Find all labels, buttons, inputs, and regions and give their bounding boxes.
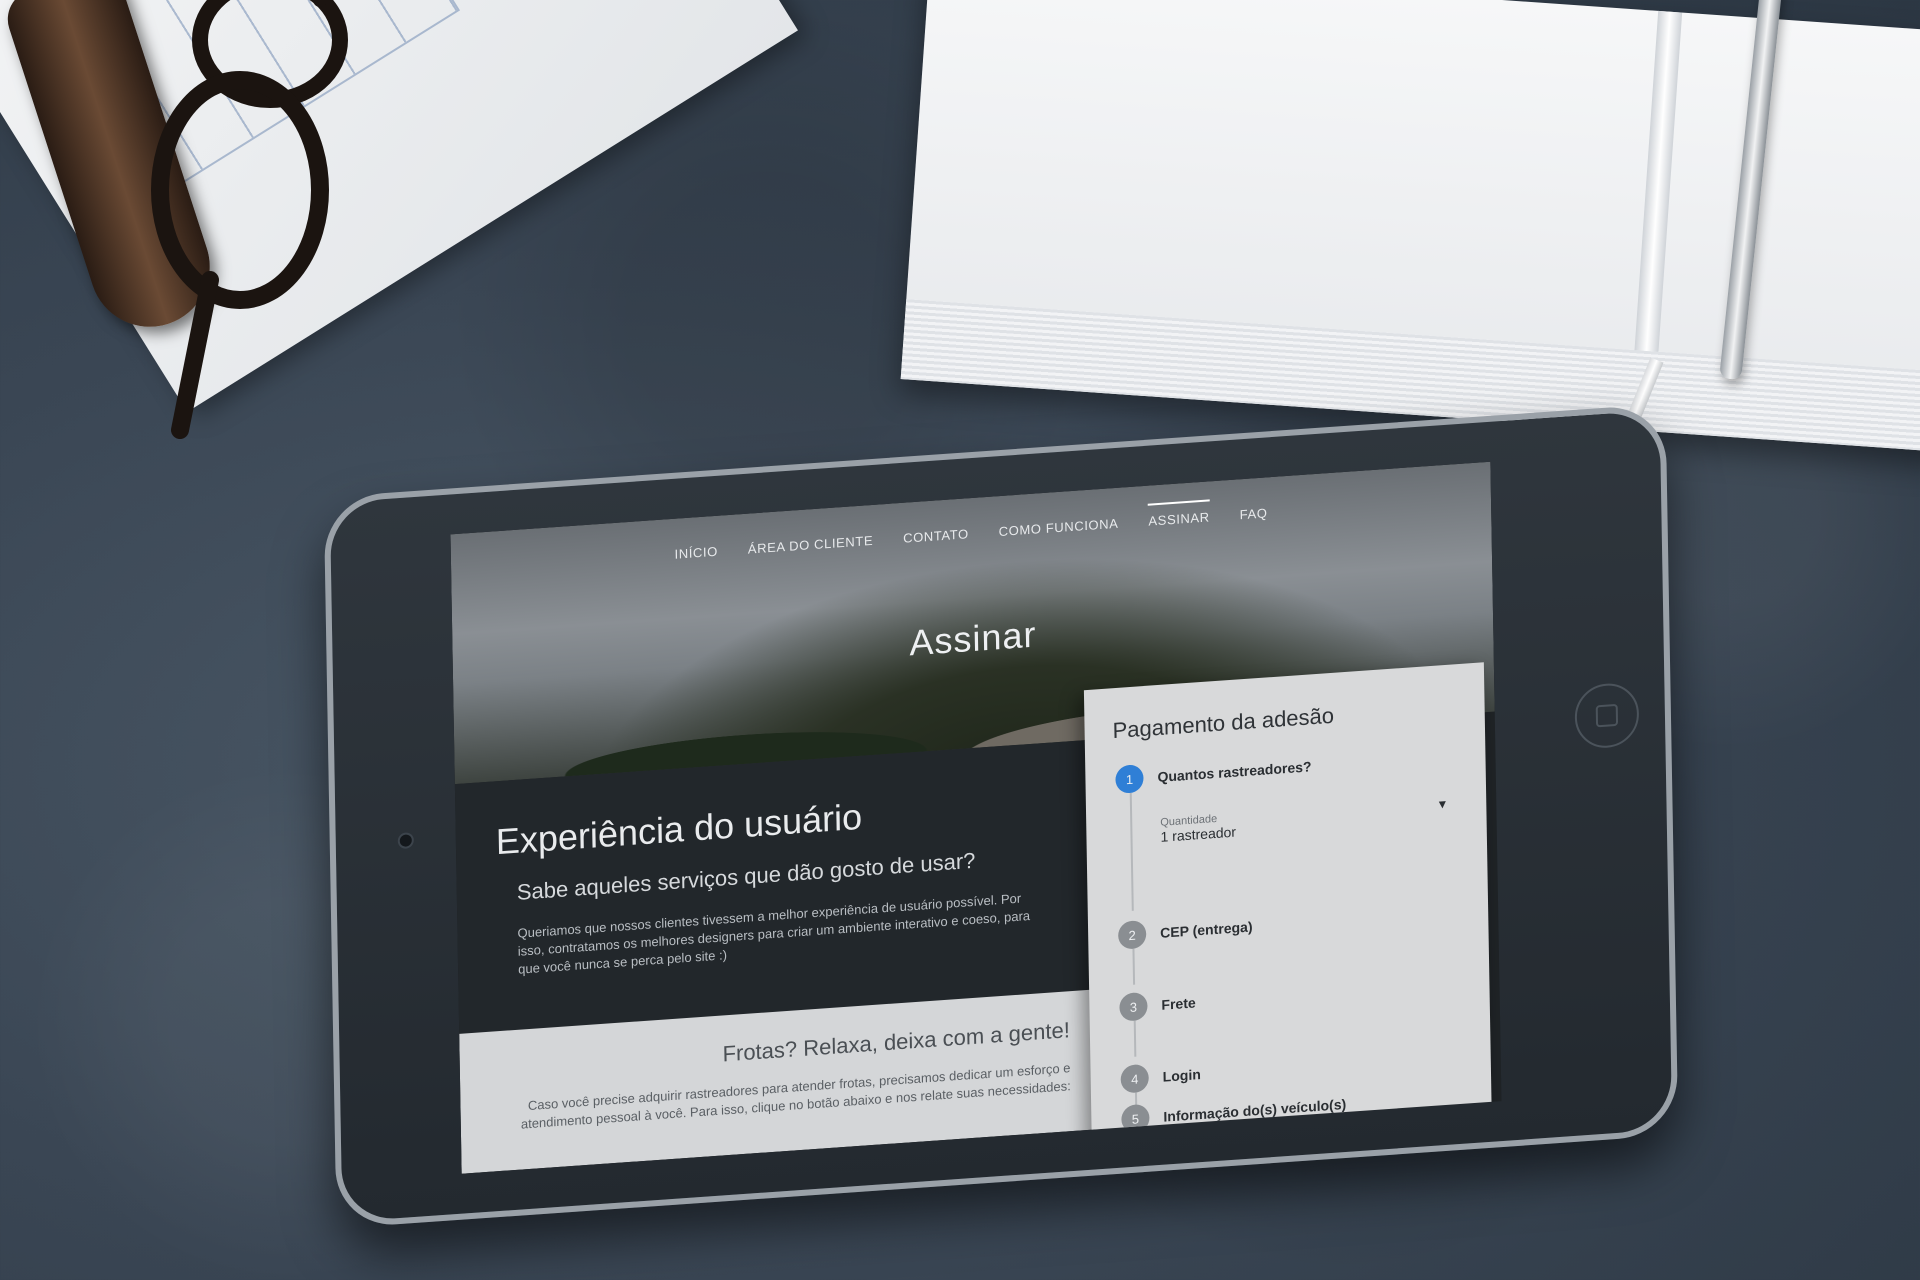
nav-area-do-cliente[interactable]: ÁREA DO CLIENTE: [748, 523, 874, 565]
step-label: Login: [1162, 1066, 1201, 1085]
step-number-badge: 5: [1121, 1103, 1150, 1134]
step-label: Informação do(s) veículo(s): [1163, 1095, 1347, 1125]
step-label: Frete: [1161, 994, 1196, 1013]
tablet-camera: [397, 832, 414, 850]
ux-heading: Experiência do usuário: [495, 795, 863, 863]
nav-assinar[interactable]: ASSINAR: [1148, 499, 1210, 537]
dropdown-arrow-icon: ▼: [1436, 796, 1449, 812]
top-navigation: INÍCIO ÁREA DO CLIENTE CONTATO COMO FUNC…: [451, 480, 1491, 586]
ux-paragraph: Queriamos que nossos clientes tivessem a…: [517, 890, 1031, 977]
stepper-line: [1132, 948, 1136, 985]
step-number-badge: 3: [1119, 991, 1148, 1022]
nav-inicio[interactable]: INÍCIO: [674, 534, 718, 570]
stepper-line: [1133, 1020, 1137, 1057]
step-login[interactable]: 4 Login: [1120, 1060, 1201, 1094]
tablet-device: INÍCIO ÁREA DO CLIENTE CONTATO COMO FUNC…: [323, 403, 1679, 1229]
nav-contato[interactable]: CONTATO: [903, 516, 969, 554]
step-label: CEP (entrega): [1160, 918, 1253, 941]
nav-como-funciona[interactable]: COMO FUNCIONA: [998, 506, 1119, 547]
step-informacao-veiculos[interactable]: 5 Informação do(s) veículo(s): [1121, 1090, 1346, 1134]
nav-faq[interactable]: FAQ: [1239, 495, 1268, 530]
step-cep-entrega[interactable]: 2 CEP (entrega): [1117, 912, 1253, 950]
fleet-heading: Frotas? Relaxa, deixa com a gente!: [722, 1017, 1071, 1067]
fleet-paragraph: Caso você precise adquirir rastreadores …: [520, 1060, 1071, 1132]
tablet-screen: INÍCIO ÁREA DO CLIENTE CONTATO COMO FUNC…: [450, 461, 1502, 1174]
step-frete[interactable]: 3 Frete: [1119, 988, 1196, 1022]
stepper-line: [1129, 792, 1134, 911]
payment-card: Pagamento da adesão 1 Quantos rastreador…: [1083, 662, 1492, 1150]
quantity-select[interactable]: Quantidade 1 rastreador ▼: [1160, 796, 1460, 845]
step-number-badge: 1: [1115, 764, 1144, 794]
step-quantos-rastreadores[interactable]: 1 Quantos rastreadores?: [1115, 752, 1312, 794]
eyeglasses: [151, 0, 348, 439]
ux-section: Experiência do usuário Sabe aqueles serv…: [454, 739, 1100, 1034]
step-number-badge: 2: [1117, 919, 1147, 950]
step-label: Quantos rastreadores?: [1157, 758, 1312, 786]
step-number-badge: 4: [1120, 1063, 1149, 1094]
home-button[interactable]: [1574, 681, 1640, 750]
payment-heading: Pagamento da adesão: [1112, 702, 1335, 744]
